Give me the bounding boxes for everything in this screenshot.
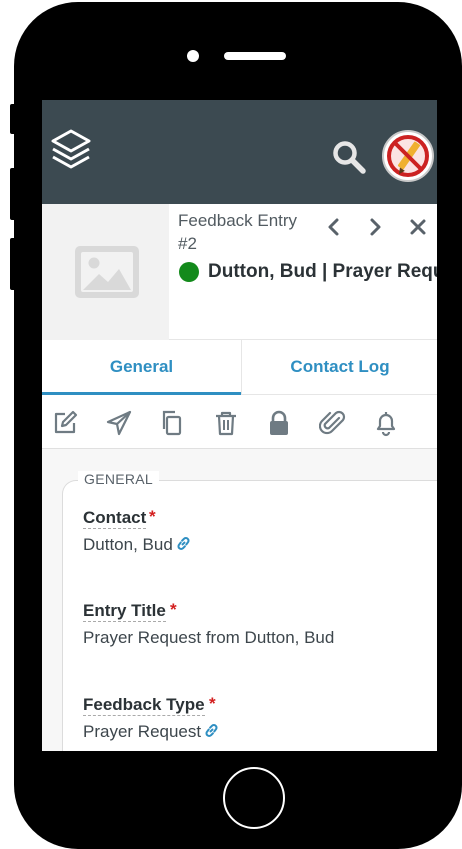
edit-icon[interactable] (51, 409, 79, 437)
attach-icon[interactable] (319, 409, 347, 437)
layers-stack-icon[interactable] (50, 128, 92, 178)
record-title: Dutton, Bud | Prayer Request from Dutton… (208, 261, 437, 282)
required-mark: * (170, 600, 177, 619)
entry-title-label: Entry Title (83, 601, 166, 622)
action-toolbar (42, 395, 437, 449)
link-icon[interactable] (176, 536, 191, 551)
feedback-type-value: Prayer Request (83, 721, 219, 743)
required-mark: * (149, 507, 156, 526)
chevron-left-icon[interactable] (324, 217, 344, 237)
feedback-type-label: Feedback Type (83, 695, 205, 716)
section-title: GENERAL (78, 471, 160, 487)
bell-icon[interactable] (372, 409, 400, 437)
record-number: #2 (178, 234, 197, 253)
copy-icon[interactable] (158, 409, 186, 437)
entry-title-value: Prayer Request from Dutton, Bud (83, 628, 335, 647)
feedback-type-value-text: Prayer Request (83, 722, 202, 741)
tab-contact-log[interactable]: Contact Log (241, 340, 437, 395)
side-button-volume-up (10, 168, 16, 220)
no-pencil-avatar-icon (387, 135, 429, 177)
send-icon[interactable] (105, 409, 133, 437)
search-icon[interactable] (332, 140, 366, 174)
side-button-mute (10, 104, 16, 134)
status-indicator (179, 262, 199, 282)
front-camera (187, 50, 199, 62)
app-header (42, 100, 437, 204)
required-mark: * (209, 694, 216, 713)
link-icon[interactable] (204, 723, 219, 738)
delete-icon[interactable] (212, 409, 240, 437)
image-placeholder-icon (75, 246, 139, 298)
side-button-volume-down (10, 238, 16, 290)
record-thumbnail[interactable] (42, 204, 169, 340)
tab-bar: General Contact Log (42, 340, 437, 395)
app-screen: Feedback Entry #2 Dutton, Bud | Prayer R… (42, 100, 437, 751)
speaker-slot (224, 52, 286, 60)
contact-label: Contact (83, 508, 147, 529)
close-icon[interactable] (408, 217, 428, 237)
contact-value: Dutton, Bud (83, 534, 191, 556)
home-button[interactable] (223, 767, 285, 829)
avatar[interactable] (382, 130, 434, 182)
contact-value-text: Dutton, Bud (83, 535, 173, 554)
tab-general[interactable]: General (42, 340, 241, 395)
lock-icon[interactable] (265, 409, 293, 437)
record-type: Feedback Entry (178, 211, 298, 230)
chevron-right-icon[interactable] (365, 217, 385, 237)
